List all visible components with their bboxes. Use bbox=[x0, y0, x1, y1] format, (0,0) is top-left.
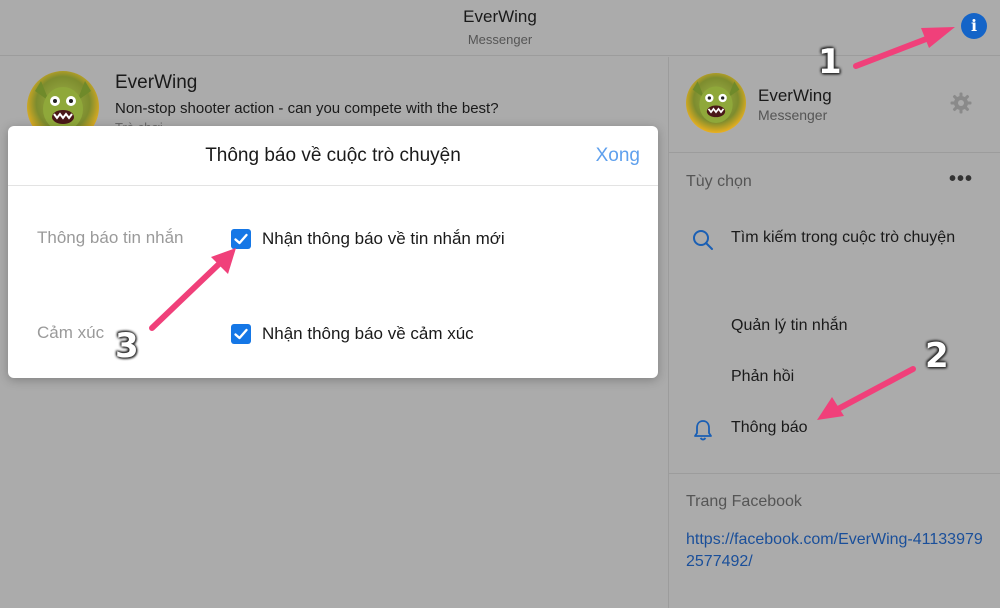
options-label: Tùy chọn bbox=[686, 173, 752, 190]
annotation-number-3: 3 bbox=[115, 326, 139, 366]
more-icon[interactable]: ••• bbox=[949, 169, 973, 189]
info-icon[interactable]: i bbox=[961, 13, 987, 39]
conversation-description: Non-stop shooter action - can you compet… bbox=[115, 100, 499, 117]
info-subtitle: Messenger bbox=[758, 107, 828, 123]
title-bar: EverWing Messenger i bbox=[0, 0, 1000, 56]
gear-icon[interactable] bbox=[949, 91, 973, 115]
search-icon bbox=[690, 227, 716, 253]
info-pane: EverWing Messenger Tùy chọn ••• Tìm kiếm… bbox=[669, 57, 1000, 608]
reactions-checkbox[interactable] bbox=[231, 324, 251, 344]
header-subtitle: Messenger bbox=[467, 32, 533, 47]
divider bbox=[669, 473, 1000, 474]
header-title: EverWing bbox=[463, 7, 537, 26]
reactions-option[interactable]: Nhận thông báo về cảm xúc bbox=[262, 324, 474, 344]
bell-icon bbox=[690, 417, 716, 443]
reactions-label: Cảm xúc bbox=[37, 323, 105, 342]
message-notifications-checkbox[interactable] bbox=[231, 229, 251, 249]
message-notifications-label: Thông báo tin nhắn bbox=[37, 228, 184, 247]
annotation-number-2: 2 bbox=[925, 336, 949, 376]
notification-settings-dialog: Thông báo về cuộc trò chuyện Xong Thông … bbox=[8, 126, 658, 378]
message-notifications-option[interactable]: Nhận thông báo về tin nhắn mới bbox=[262, 229, 505, 249]
conversation-name: EverWing bbox=[115, 72, 198, 93]
sidebar-item-search[interactable]: Tìm kiếm trong cuộc trò chuyện bbox=[731, 219, 961, 257]
divider bbox=[669, 152, 1000, 153]
avatar bbox=[686, 73, 746, 133]
annotation-number-1: 1 bbox=[818, 42, 842, 82]
sidebar-item-notifications[interactable]: Thông báo bbox=[731, 409, 961, 447]
facebook-page-link[interactable]: https://facebook.com/EverWing-4113397925… bbox=[686, 529, 986, 573]
dialog-title: Thông báo về cuộc trò chuyện bbox=[205, 145, 461, 166]
info-name: EverWing bbox=[758, 86, 832, 105]
done-button[interactable]: Xong bbox=[596, 145, 640, 167]
facebook-page-label: Trang Facebook bbox=[686, 493, 802, 510]
dialog-header: Thông báo về cuộc trò chuyện Xong bbox=[8, 126, 658, 186]
